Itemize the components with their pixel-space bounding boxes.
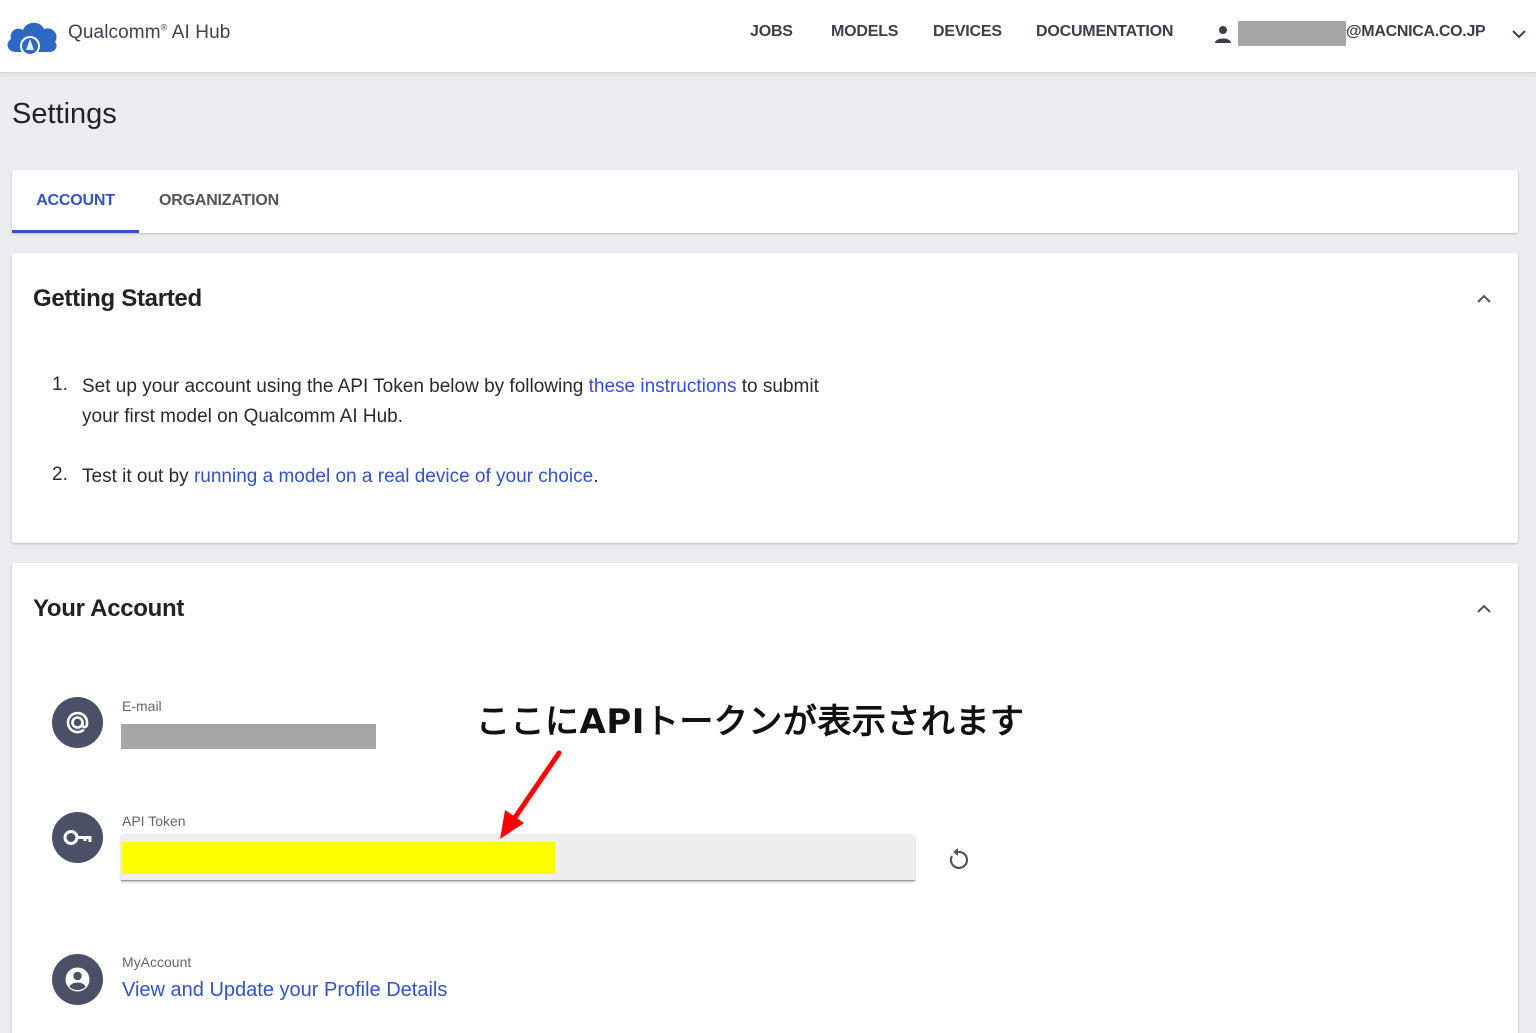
profile-details-link[interactable]: View and Update your Profile Details [122, 979, 447, 1002]
tab-organization[interactable]: ORGANIZATION [159, 170, 279, 233]
annotation-text: ここにAPIトークンが表示されます [476, 702, 1025, 742]
nav-jobs[interactable]: JOBS [750, 23, 793, 41]
token-highlight [122, 842, 555, 874]
chevron-up-icon[interactable] [1474, 291, 1494, 305]
account-circle-icon [52, 954, 103, 1005]
key-icon [52, 812, 103, 863]
settings-tabs: ACCOUNT ORGANIZATION [12, 170, 1518, 233]
nav-documentation[interactable]: DOCUMENTATION [1036, 23, 1173, 41]
annotation-arrow [500, 750, 562, 839]
qualcomm-cloud-logo[interactable] [4, 12, 60, 58]
api-token-label: API Token [122, 813, 186, 829]
your-account-card: Your Account E-mail API Token MyAccount … [12, 563, 1518, 1033]
nav-devices[interactable]: DEVICES [933, 23, 1002, 41]
refresh-icon[interactable] [945, 847, 971, 873]
email-label: E-mail [122, 698, 162, 714]
page-title: Settings [12, 98, 117, 130]
section-title: Getting Started [33, 285, 202, 312]
user-email-menu[interactable]: @MACNICA.CO.JP [1346, 23, 1486, 41]
person-icon[interactable] [1213, 24, 1233, 44]
chevron-down-icon[interactable] [1511, 28, 1527, 40]
section-title: Your Account [33, 595, 185, 622]
redacted-email [121, 724, 376, 749]
step-number: 2. [52, 464, 68, 485]
chevron-up-icon[interactable] [1474, 601, 1494, 615]
top-bar: Qualcomm® AI Hub JOBS MODELS DEVICES DOC… [0, 0, 1536, 73]
instructions-link[interactable]: these instructions [589, 376, 737, 397]
redacted-username [1238, 21, 1346, 46]
tab-account[interactable]: ACCOUNT [12, 170, 139, 233]
step-text: Set up your account using the API Token … [82, 376, 819, 427]
step-text: Test it out by running a model on a real… [82, 466, 599, 487]
myaccount-label: MyAccount [122, 954, 192, 970]
at-sign-icon [52, 697, 103, 748]
run-model-link[interactable]: running a model on a real device of your… [194, 466, 593, 487]
getting-started-card: Getting Started 1. Set up your account u… [12, 253, 1518, 543]
brand-name[interactable]: Qualcomm® AI Hub [68, 22, 230, 44]
nav-models[interactable]: MODELS [831, 23, 898, 41]
step-number: 1. [52, 374, 68, 395]
